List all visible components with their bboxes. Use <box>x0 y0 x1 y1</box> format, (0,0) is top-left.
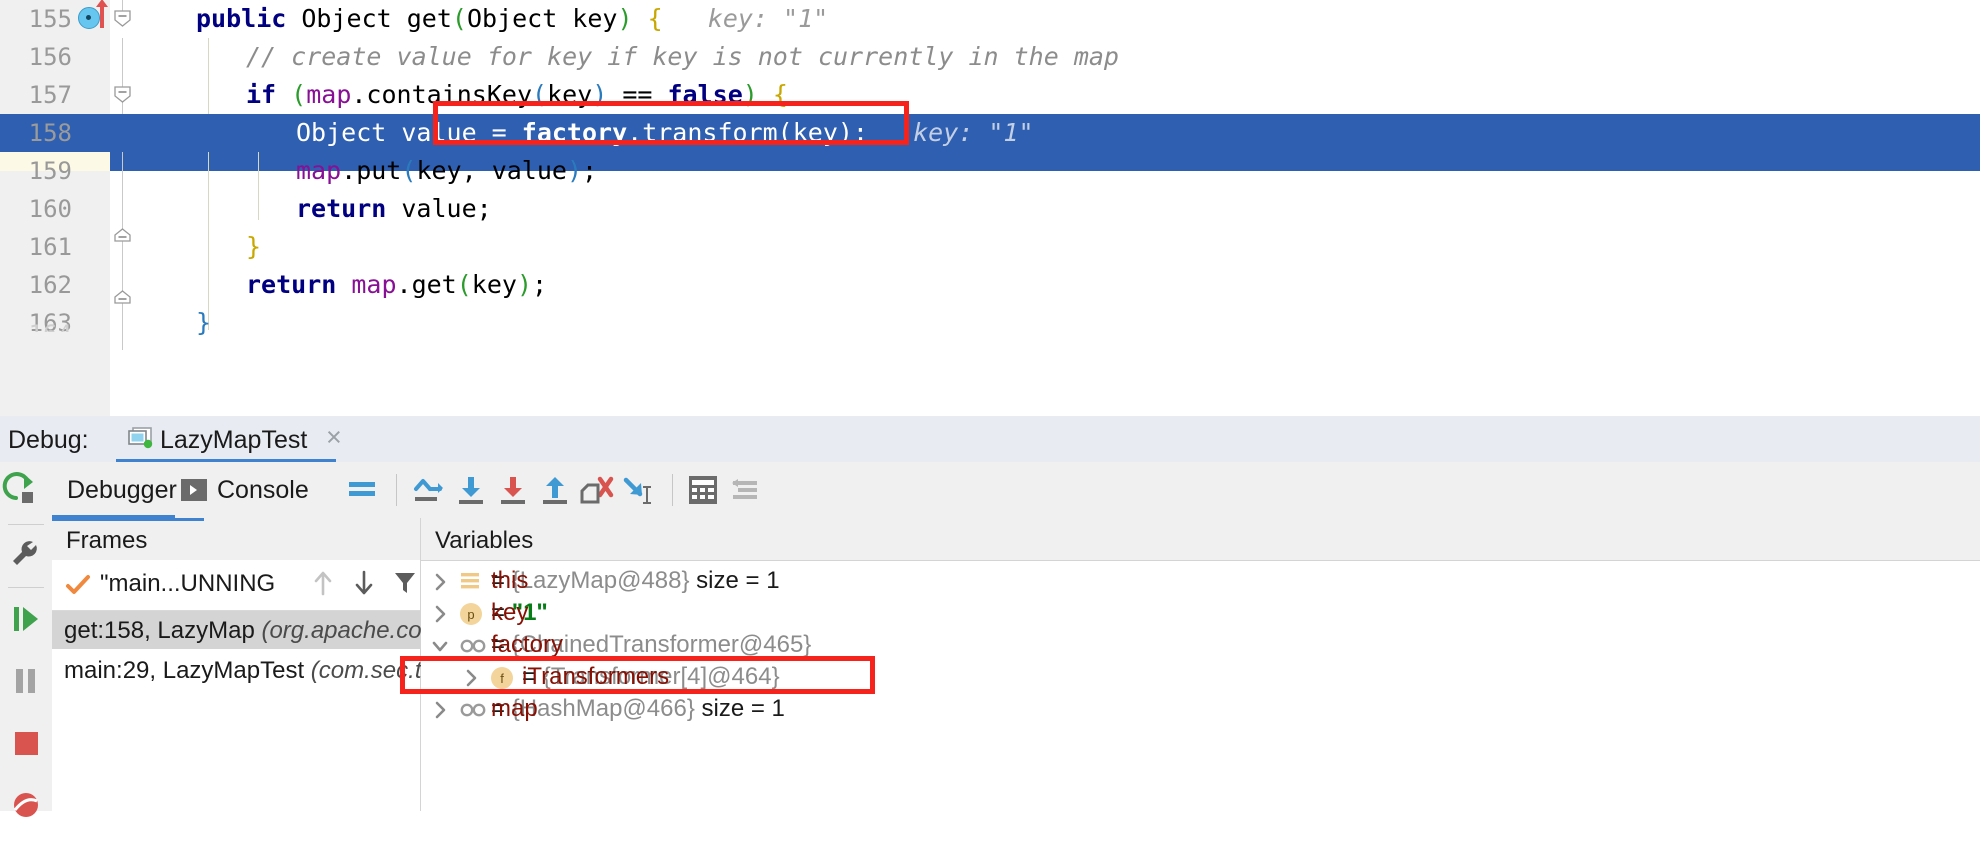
line-number-160: 160 <box>28 195 72 223</box>
code-line-156[interactable]: 156 // create value for key if key is not… <box>0 38 1980 76</box>
drop-frame-icon[interactable] <box>578 462 620 518</box>
variable-label: iTransformers = {Transformer[4]@464} <box>522 663 780 690</box>
arrow-down-icon[interactable] <box>351 568 381 602</box>
object-lines-icon <box>459 570 481 599</box>
debug-side-toolbar <box>0 462 53 817</box>
console-icon[interactable] <box>180 462 212 518</box>
frames-pane-accent <box>52 518 204 521</box>
force-step-into-icon[interactable] <box>494 462 536 518</box>
chevron-right-icon[interactable] <box>429 603 451 625</box>
run-configuration-icon <box>128 427 154 449</box>
chevron-right-icon[interactable] <box>429 571 451 593</box>
intellij-debugger-window: 155 public Object get(Object key) { key: … <box>0 0 1980 817</box>
frame-row[interactable]: main:29, LazyMapTest (com.sec.test1) <box>52 651 475 689</box>
code-text-162: return map.get(key); <box>246 270 548 299</box>
code-text-161: } <box>246 232 262 261</box>
variables-title: Variables <box>435 527 534 554</box>
tab-console[interactable]: Console <box>217 462 309 518</box>
close-icon[interactable]: × <box>326 424 342 451</box>
rerun-debug-icon[interactable] <box>0 462 52 524</box>
step-out-icon[interactable] <box>536 462 578 518</box>
line-number-159: 159 <box>28 157 72 185</box>
code-text-155: public Object get(Object key) { key: "1" <box>196 4 829 33</box>
parameter-p-icon: p <box>459 602 483 633</box>
debug-session-tab-label: LazyMapTest <box>160 426 308 454</box>
line-number-155: 155 <box>28 5 72 33</box>
frames-pane: Frames "main...UNNING get:158, LazyMap (… <box>52 518 500 811</box>
tab-debugger[interactable]: Debugger <box>67 462 177 518</box>
mute-breakpoints-icon[interactable] <box>0 774 52 836</box>
code-line-155[interactable]: 155 public Object get(Object key) { key: … <box>0 0 1980 38</box>
variable-label: key = "1" <box>491 599 548 626</box>
stop-icon[interactable] <box>0 712 52 774</box>
pause-program-icon[interactable] <box>0 650 52 712</box>
field-oo-icon <box>459 699 487 728</box>
chevron-right-icon[interactable] <box>429 699 451 721</box>
code-text-156: // create value for key if key is not cu… <box>246 42 1119 71</box>
variable-row[interactable]: map = {HashMap@466} size = 1 <box>421 694 1980 726</box>
chevron-down-icon[interactable] <box>429 635 451 657</box>
thread-name[interactable]: "main...UNNING <box>100 570 275 598</box>
resume-program-icon[interactable] <box>0 588 52 650</box>
toolbar-separator-2 <box>672 474 673 506</box>
variables-pane: Variables this = {LazyMap@488} size = 1 p… <box>421 518 1980 811</box>
code-line-159[interactable]: 159 map.put(key, value); <box>0 152 1980 190</box>
chevron-right-icon[interactable] <box>460 667 482 689</box>
frames-toolbar: "main...UNNING <box>52 560 453 611</box>
code-line-157[interactable]: 157 if (map.containsKey(key) == false) { <box>0 76 1980 114</box>
line-number-162: 162 <box>28 271 72 299</box>
variable-label: factory = {ChainedTransformer@465} <box>491 631 812 658</box>
variable-row[interactable]: p key = "1" <box>421 598 1980 630</box>
field-f-icon: f <box>490 666 514 697</box>
variables-pane-header: Variables <box>421 518 1980 561</box>
frame-row[interactable]: get:158, LazyMap (org.apache.commons <box>52 611 500 649</box>
settings-wrench-icon[interactable] <box>0 525 52 587</box>
settings-lines-icon[interactable] <box>729 462 771 518</box>
variable-row[interactable]: f iTransformers = {Transformer[4]@464} <box>421 662 1980 694</box>
code-editor[interactable]: 155 public Object get(Object key) { key: … <box>0 0 1980 416</box>
code-text-163: } <box>196 308 212 337</box>
line-number-156: 156 <box>28 43 72 71</box>
arrow-up-icon[interactable] <box>310 568 340 602</box>
line-number-157: 157 <box>28 81 72 109</box>
variable-label: this = {LazyMap@488} size = 1 <box>491 567 780 594</box>
code-text-159: map.put(key, value); <box>296 156 598 185</box>
code-line-163[interactable]: 163} <box>0 304 1980 342</box>
run-to-cursor-icon[interactable] <box>620 462 662 518</box>
line-number-164-partial: 164 <box>0 320 72 332</box>
filter-icon[interactable] <box>392 568 422 602</box>
thread-running-check-icon <box>65 573 91 597</box>
frame-row-text: main:29, LazyMapTest (com.sec.test1) <box>64 657 475 684</box>
code-line-158[interactable]: 158 Object value = factory.transform(key)… <box>0 114 1980 152</box>
variable-row[interactable]: factory = {ChainedTransformer@465} <box>421 630 1980 662</box>
debugger-toolbar: Debugger Console <box>52 462 1980 519</box>
code-line-162[interactable]: 162 return map.get(key); <box>0 266 1980 304</box>
variable-label: map = {HashMap@466} size = 1 <box>491 695 785 722</box>
frames-title: Frames <box>66 527 148 554</box>
variable-row[interactable]: this = {LazyMap@488} size = 1 <box>421 566 1980 598</box>
step-into-icon[interactable] <box>452 462 494 518</box>
code-line-160[interactable]: 160 return value; <box>0 190 1980 228</box>
line-number-161: 161 <box>28 233 72 261</box>
code-text-160: return value; <box>296 194 492 223</box>
code-text-158: Object value = factory.transform(key); k… <box>296 118 1034 147</box>
code-text-157: if (map.containsKey(key) == false) { <box>246 80 788 109</box>
code-line-161[interactable]: 161} <box>0 228 1980 266</box>
svg-text:f: f <box>500 671 504 686</box>
toolbar-separator-1 <box>396 474 397 506</box>
debug-label: Debug: <box>8 426 89 454</box>
field-oo-icon <box>459 635 487 664</box>
layout-icon[interactable] <box>347 462 381 518</box>
frames-pane-header: Frames <box>52 518 420 561</box>
step-over-icon[interactable] <box>410 462 452 518</box>
svg-text:p: p <box>467 607 474 622</box>
evaluate-expression-icon[interactable] <box>687 462 729 518</box>
line-number-158: 158 <box>28 119 72 147</box>
